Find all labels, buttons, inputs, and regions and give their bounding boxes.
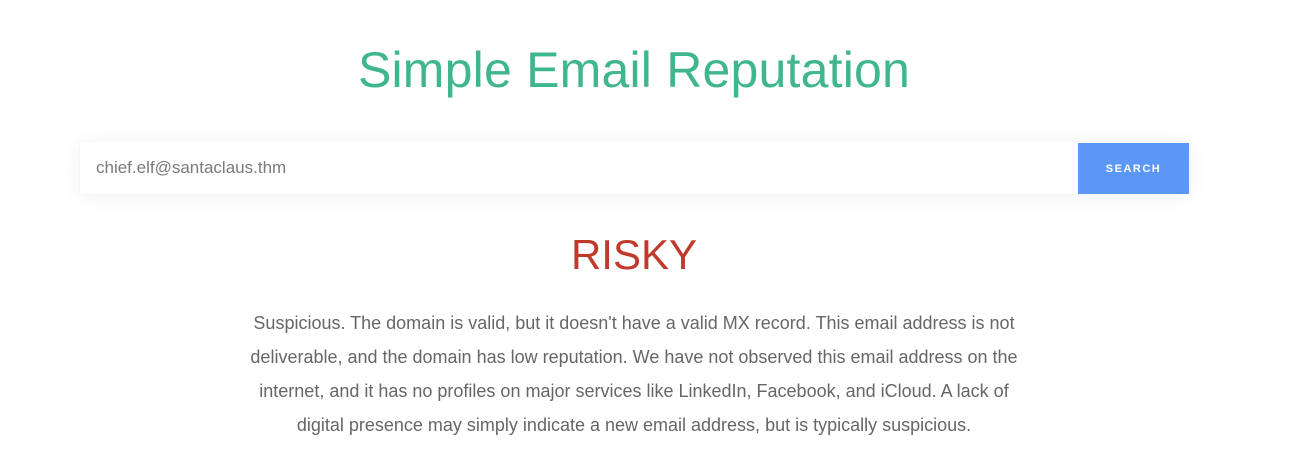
search-bar: SEARCH [80, 142, 1189, 194]
page-title: Simple Email Reputation [357, 42, 911, 98]
reputation-description: Suspicious. The domain is valid, but it … [250, 313, 1018, 435]
reputation-verdict: RISKY [570, 231, 698, 278]
search-button[interactable]: SEARCH [1078, 143, 1189, 194]
email-search-input[interactable] [80, 142, 1078, 194]
